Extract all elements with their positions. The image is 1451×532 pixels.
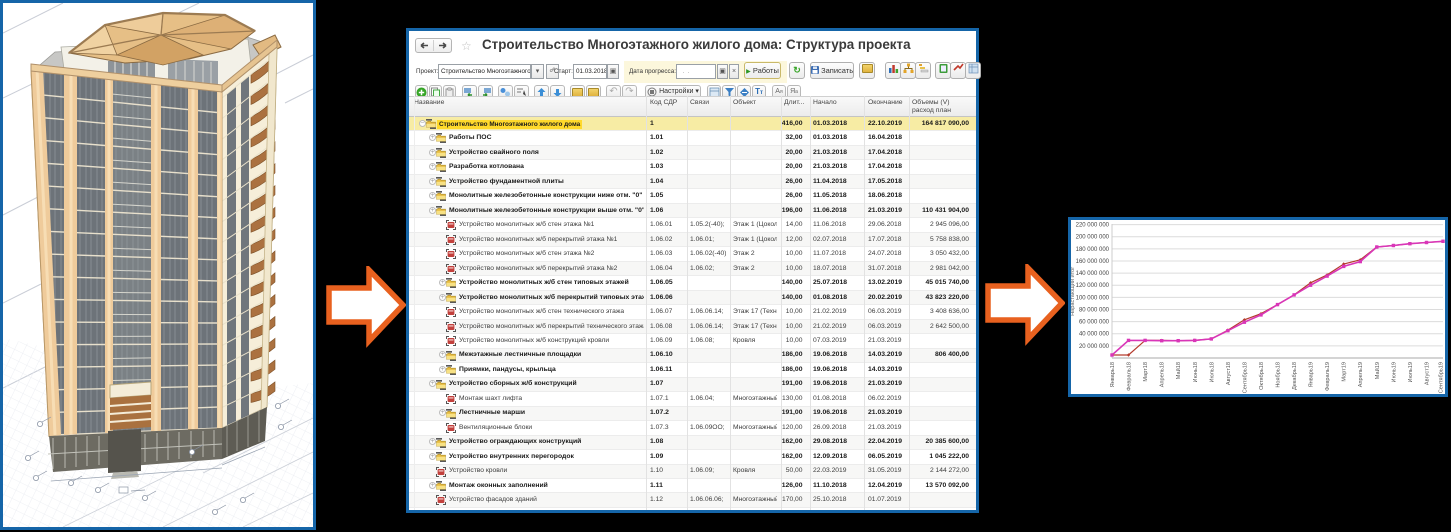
svg-text:Октябрь18: Октябрь18 <box>1259 362 1265 390</box>
svg-text:120 000 000: 120 000 000 <box>1076 283 1110 289</box>
svg-text:Август19: Август19 <box>1424 362 1430 385</box>
svg-text:180 000 000: 180 000 000 <box>1076 247 1110 253</box>
svg-text:Февраль18: Февраль18 <box>1127 362 1133 391</box>
svg-text:Март18: Март18 <box>1143 362 1149 382</box>
svg-text:40 000 000: 40 000 000 <box>1079 332 1110 338</box>
svg-text:220 000 000: 220 000 000 <box>1076 223 1110 229</box>
svg-text:Ноябрь18: Ноябрь18 <box>1276 362 1282 388</box>
svg-text:Декабрь18: Декабрь18 <box>1292 362 1298 390</box>
svg-text:Июль19: Июль19 <box>1408 362 1414 383</box>
svg-text:160 000 000: 160 000 000 <box>1076 259 1110 265</box>
svg-text:Сентябрь19: Сентябрь19 <box>1439 362 1445 393</box>
svg-text:Январь19: Январь19 <box>1309 362 1315 387</box>
svg-text:60 000 000: 60 000 000 <box>1079 320 1110 326</box>
svg-text:80 000 000: 80 000 000 <box>1079 308 1110 314</box>
svg-text:Март19: Март19 <box>1342 362 1348 382</box>
svg-text:Сентябрь18: Сентябрь18 <box>1242 362 1248 393</box>
svg-text:Апрель19: Апрель19 <box>1358 362 1364 387</box>
svg-text:Июнь18: Июнь18 <box>1193 362 1199 382</box>
svg-text:20 000 000: 20 000 000 <box>1079 344 1110 350</box>
svg-text:Май19: Май19 <box>1374 362 1381 379</box>
svg-text:Август18: Август18 <box>1226 362 1232 385</box>
svg-text:Апрель18: Апрель18 <box>1160 362 1166 387</box>
svg-text:Февраль19: Февраль19 <box>1325 362 1331 391</box>
svg-text:Январь18: Январь18 <box>1110 362 1116 387</box>
svg-text:140 000 000: 140 000 000 <box>1076 271 1110 277</box>
svg-text:Июль18: Июль18 <box>1209 362 1215 383</box>
svg-text:Июнь19: Июнь19 <box>1391 362 1397 382</box>
svg-text:100 000 000: 100 000 000 <box>1076 295 1110 301</box>
svg-text:Май18: Май18 <box>1175 362 1182 379</box>
svg-text:200 000 000: 200 000 000 <box>1076 235 1110 241</box>
